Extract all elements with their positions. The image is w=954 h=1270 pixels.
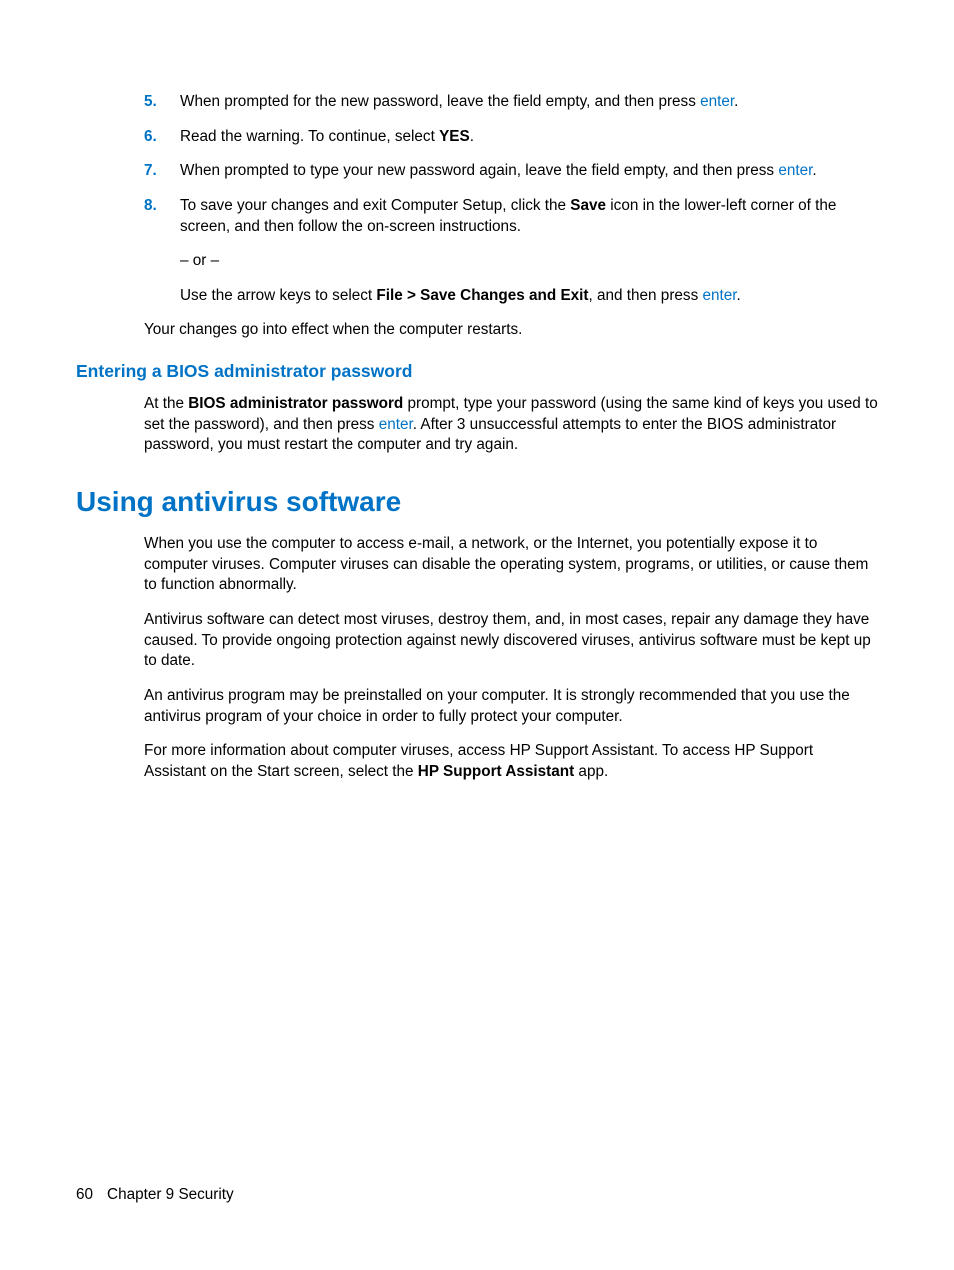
step-5: 5. When prompted for the new password, l… — [144, 92, 878, 113]
step-number: 7. — [144, 161, 180, 182]
step-7: 7. When prompted to type your new passwo… — [144, 161, 878, 182]
step-8: 8. To save your changes and exit Compute… — [144, 196, 878, 307]
text: . — [470, 128, 474, 145]
text: Read the warning. To continue, select — [180, 128, 439, 145]
av-para-4: For more information about computer viru… — [144, 741, 878, 782]
bios-admin-bold: BIOS administrator password — [188, 395, 403, 412]
numbered-steps: 5. When prompted for the new password, l… — [144, 92, 878, 306]
step-number: 5. — [144, 92, 180, 113]
heading-antivirus: Using antivirus software — [76, 486, 878, 518]
text: . — [812, 162, 816, 179]
chapter-label: Chapter 9 Security — [107, 1186, 234, 1203]
hp-support-bold: HP Support Assistant — [418, 763, 574, 780]
enter-link[interactable]: enter — [379, 416, 413, 433]
text: At the — [144, 395, 188, 412]
text: . — [734, 93, 738, 110]
after-steps-note: Your changes go into effect when the com… — [144, 320, 878, 341]
text: . — [737, 287, 741, 304]
page-number: 60 — [76, 1186, 93, 1203]
step-6: 6. Read the warning. To continue, select… — [144, 127, 878, 148]
file-save-bold: File > Save Changes and Exit — [376, 287, 588, 304]
enter-link[interactable]: enter — [702, 287, 736, 304]
enter-link[interactable]: enter — [778, 162, 812, 179]
step-body: When prompted for the new password, leav… — [180, 92, 878, 113]
save-bold: Save — [570, 197, 606, 214]
av-para-1: When you use the computer to access e-ma… — [144, 534, 878, 596]
av-para-3: An antivirus program may be preinstalled… — [144, 686, 878, 727]
step-body: Read the warning. To continue, select YE… — [180, 127, 878, 148]
page-footer: 60 Chapter 9 Security — [76, 1186, 234, 1204]
av-para-2: Antivirus software can detect most virus… — [144, 610, 878, 672]
step-body: To save your changes and exit Computer S… — [180, 196, 878, 307]
or-separator: – or – — [180, 251, 878, 272]
heading-bios-password: Entering a BIOS administrator password — [76, 361, 878, 382]
step-number: 6. — [144, 127, 180, 148]
step-alt: Use the arrow keys to select File > Save… — [180, 286, 878, 307]
bios-paragraph: At the BIOS administrator password promp… — [144, 394, 878, 456]
step-number: 8. — [144, 196, 180, 307]
enter-link[interactable]: enter — [700, 93, 734, 110]
document-page: 5. When prompted for the new password, l… — [0, 0, 954, 1270]
text: To save your changes and exit Computer S… — [180, 197, 570, 214]
text: Use the arrow keys to select — [180, 287, 376, 304]
step-body: When prompted to type your new password … — [180, 161, 878, 182]
yes-bold: YES — [439, 128, 470, 145]
text: , and then press — [589, 287, 703, 304]
text: app. — [574, 763, 608, 780]
text: When prompted for the new password, leav… — [180, 93, 700, 110]
text: When prompted to type your new password … — [180, 162, 778, 179]
